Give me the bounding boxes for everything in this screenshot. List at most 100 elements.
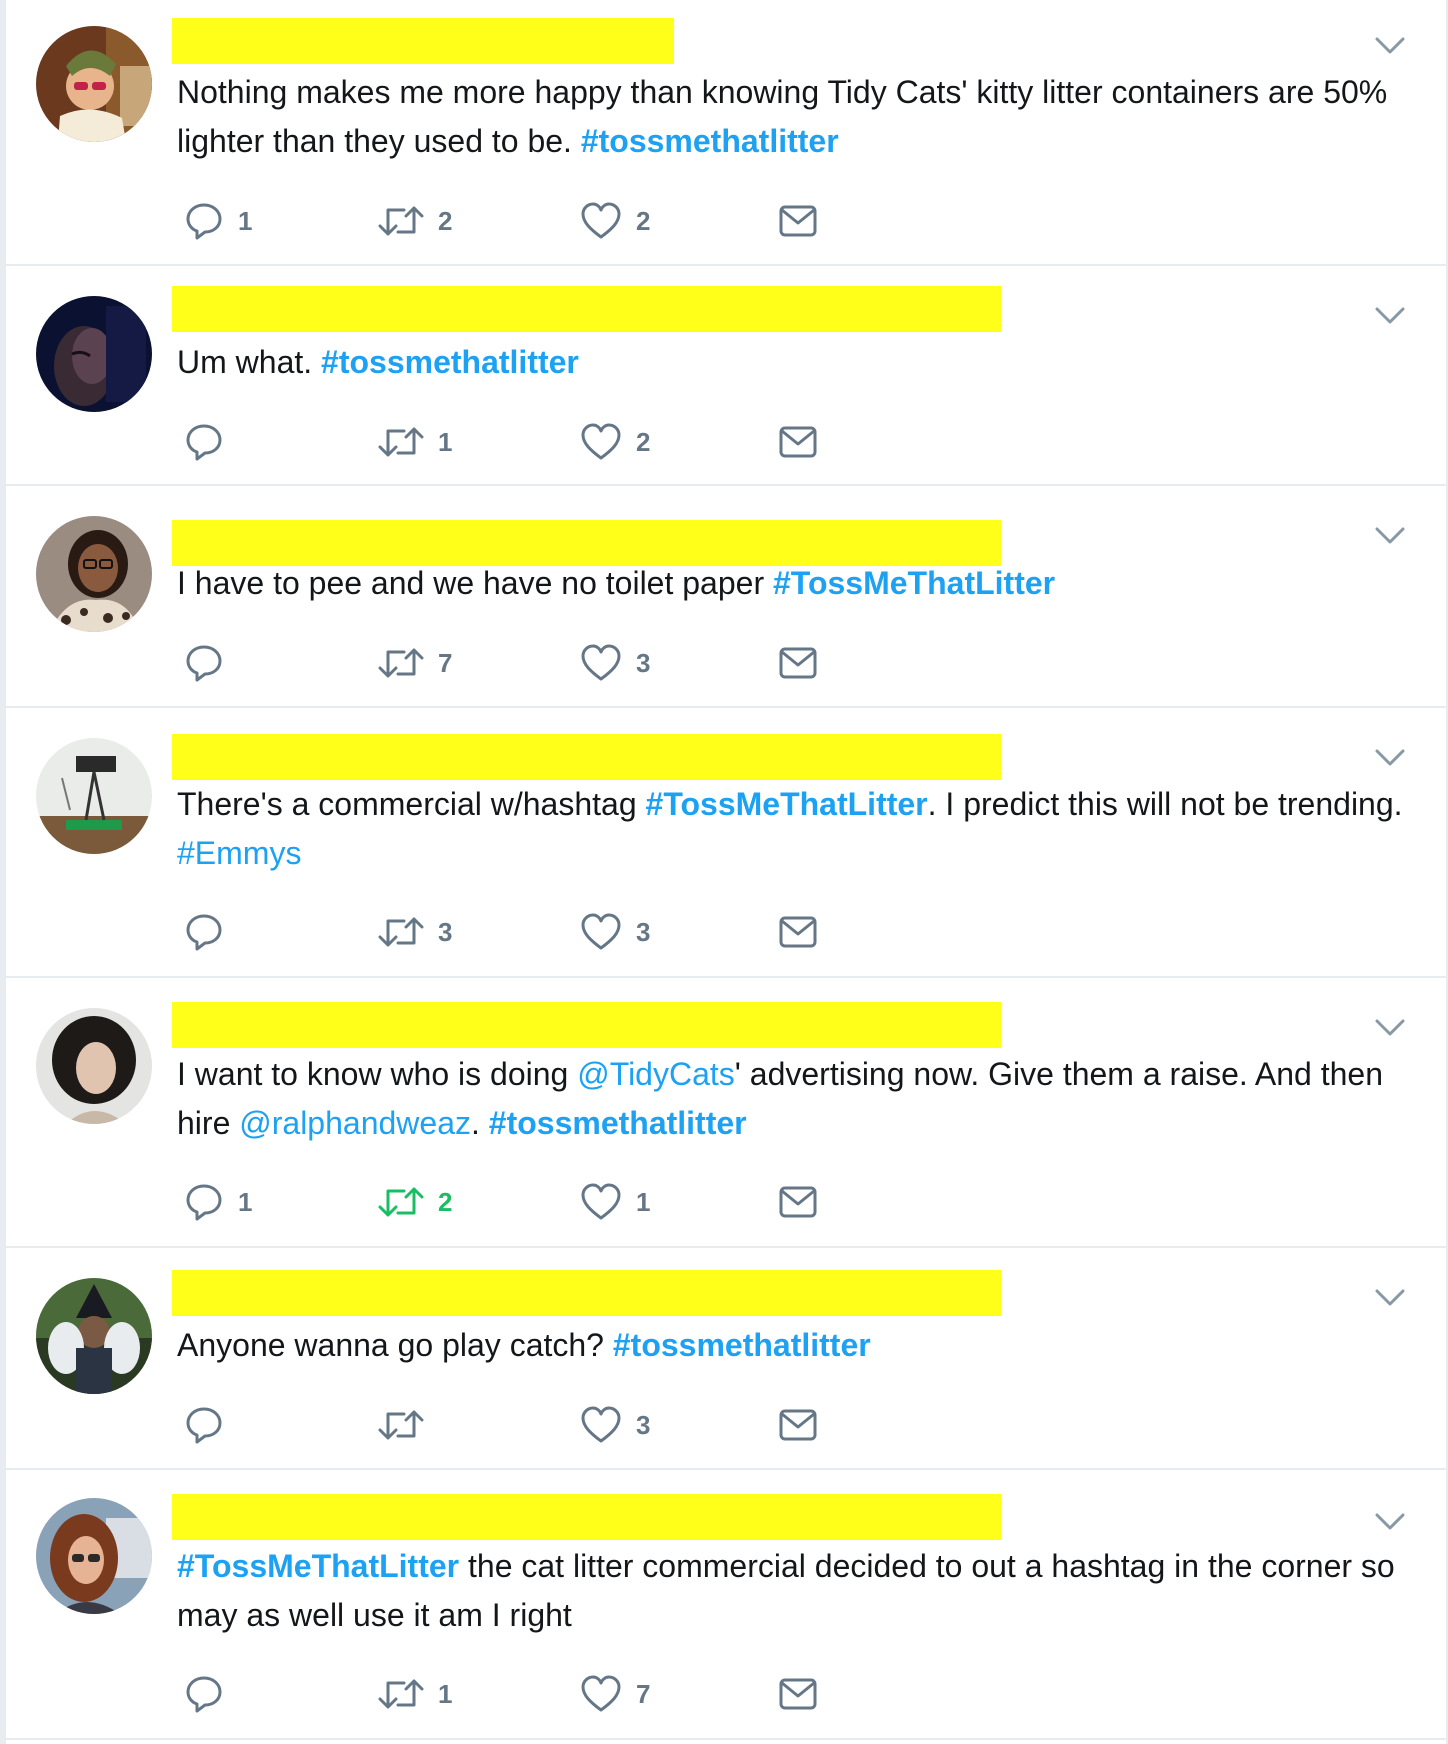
retweet-button[interactable]: 2 [378, 1180, 452, 1224]
hashtag-link[interactable]: #tossmethatlitter [321, 344, 579, 380]
envelope-icon [779, 1678, 817, 1710]
reply-icon [186, 1407, 222, 1444]
retweet-button[interactable]: 1 [378, 1672, 452, 1716]
hashtag-link[interactable]: #tossmethatlitter [489, 1105, 747, 1141]
tweet-card[interactable]: I have to pee and we have no toilet pape… [6, 486, 1446, 708]
like-button[interactable]: 2 [580, 420, 650, 464]
direct-message-button[interactable] [778, 1180, 818, 1224]
retweet-button[interactable]: 3 [378, 910, 452, 954]
retweet-icon [378, 427, 424, 457]
twitter-feed-screenshot: Nothing makes me more happy than knowing… [0, 0, 1448, 1744]
retweet-count: 2 [438, 1186, 453, 1217]
reply-button[interactable]: 1 [184, 199, 252, 243]
tweet-text: #TossMeThatLitter the cat litter commerc… [177, 1542, 1432, 1640]
chevron-down-icon[interactable] [1374, 1018, 1406, 1038]
envelope-icon [779, 1186, 817, 1218]
retweet-button[interactable]: 7 [378, 641, 452, 685]
tweet-card[interactable]: Nothing makes me more happy than knowing… [6, 0, 1446, 266]
envelope-icon [779, 1409, 817, 1441]
chevron-down-icon[interactable] [1374, 1288, 1406, 1308]
avatar[interactable] [36, 296, 152, 412]
tweet-actions: 7 3 [6, 641, 1446, 685]
reply-count: 1 [238, 1186, 253, 1217]
retweet-icon [378, 1679, 424, 1709]
retweet-button[interactable]: 2 [378, 199, 452, 243]
heart-icon [581, 423, 621, 460]
hashtag-link[interactable]: #Emmys [177, 835, 301, 871]
envelope-icon [779, 205, 817, 237]
direct-message-button[interactable] [778, 910, 818, 954]
reply-button[interactable] [184, 420, 238, 464]
chevron-down-icon[interactable] [1374, 526, 1406, 546]
like-button[interactable]: 7 [580, 1672, 650, 1716]
reply-button[interactable] [184, 1672, 238, 1716]
avatar-image [36, 1008, 152, 1124]
chevron-down-icon[interactable] [1374, 748, 1406, 768]
hashtag-link[interactable]: #TossMeThatLitter [646, 786, 928, 822]
chevron-down-icon[interactable] [1374, 306, 1406, 326]
like-count: 2 [636, 426, 651, 457]
avatar[interactable] [36, 1008, 152, 1124]
reply-button[interactable] [184, 910, 238, 954]
tweet-actions: 1 2 [6, 420, 1446, 464]
retweet-icon [378, 648, 424, 678]
like-count: 7 [636, 1678, 651, 1709]
mention-link[interactable]: @ralphandweaz [239, 1105, 471, 1141]
reply-button[interactable] [184, 641, 238, 685]
like-button[interactable]: 3 [580, 1403, 650, 1447]
reply-icon [186, 203, 222, 240]
avatar[interactable] [36, 516, 152, 632]
avatar-image [36, 1498, 152, 1614]
tweet-text: Nothing makes me more happy than knowing… [177, 68, 1432, 166]
direct-message-button[interactable] [778, 199, 818, 243]
retweet-count: 1 [438, 426, 453, 457]
mention-link[interactable]: @TidyCats [577, 1056, 735, 1092]
hashtag-link[interactable]: #tossmethatlitter [613, 1327, 871, 1363]
retweet-button[interactable]: 1 [378, 420, 452, 464]
tweet-actions: 3 [6, 1403, 1446, 1447]
tweet-text-segment: Um what. [177, 344, 322, 380]
retweet-icon [378, 1187, 424, 1217]
heart-icon [581, 1406, 621, 1443]
like-button[interactable]: 3 [580, 910, 650, 954]
tweet-card[interactable]: Um what. #tossmethatlitter 1 2 [6, 266, 1446, 486]
hashtag-link[interactable]: #tossmethatlitter [581, 123, 839, 159]
tweet-card[interactable]: Anyone wanna go play catch? #tossmethatl… [6, 1248, 1446, 1470]
heart-icon [581, 1183, 621, 1220]
avatar[interactable] [36, 26, 152, 142]
chevron-down-icon[interactable] [1374, 36, 1406, 56]
tweet-card[interactable]: #TossMeThatLitter the cat litter commerc… [6, 1470, 1446, 1740]
heart-icon [581, 913, 621, 950]
like-button[interactable]: 1 [580, 1180, 650, 1224]
reply-count: 1 [238, 205, 253, 236]
like-button[interactable]: 2 [580, 199, 650, 243]
retweet-button[interactable] [378, 1403, 438, 1447]
like-count: 3 [636, 916, 651, 947]
avatar-image [36, 1278, 152, 1394]
hashtag-link[interactable]: #TossMeThatLitter [177, 1548, 459, 1584]
avatar[interactable] [36, 1278, 152, 1394]
avatar[interactable] [36, 1498, 152, 1614]
reply-icon [186, 1184, 222, 1221]
direct-message-button[interactable] [778, 1403, 818, 1447]
chevron-down-icon[interactable] [1374, 1512, 1406, 1532]
tweet-actions: 1 2 1 [6, 1180, 1446, 1224]
tweet-card[interactable]: I want to know who is doing @TidyCats' a… [6, 978, 1446, 1248]
retweet-icon [378, 917, 424, 947]
retweet-icon [378, 206, 424, 236]
avatar-image [36, 296, 152, 412]
direct-message-button[interactable] [778, 1672, 818, 1716]
retweet-icon [378, 1410, 424, 1440]
tweet-text: There's a commercial w/hashtag #TossMeTh… [177, 780, 1432, 878]
like-button[interactable]: 3 [580, 641, 650, 685]
direct-message-button[interactable] [778, 641, 818, 685]
tweet-actions: 3 3 [6, 910, 1446, 954]
reply-button[interactable] [184, 1403, 238, 1447]
redacted-username [172, 1494, 1001, 1540]
tweet-card[interactable]: There's a commercial w/hashtag #TossMeTh… [6, 708, 1446, 978]
tweet-text: Um what. #tossmethatlitter [177, 338, 1432, 387]
hashtag-link[interactable]: #TossMeThatLitter [773, 565, 1055, 601]
reply-button[interactable]: 1 [184, 1180, 252, 1224]
direct-message-button[interactable] [778, 420, 818, 464]
avatar[interactable] [36, 738, 152, 854]
